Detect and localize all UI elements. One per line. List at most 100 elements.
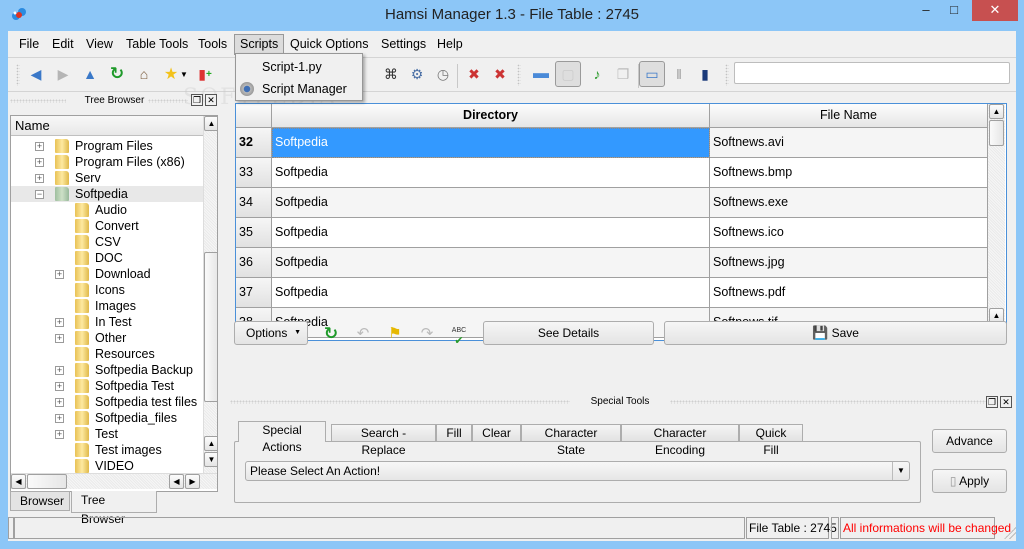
gear-icon[interactable]: ⚙ [406, 63, 428, 85]
row-header[interactable]: 34 [236, 188, 272, 218]
cell-file-name[interactable]: Softnews.jpg [710, 248, 988, 278]
advance-button[interactable]: Advance [932, 429, 1007, 453]
tree-item[interactable]: + Softpedia test files [11, 394, 203, 410]
menu-settings[interactable]: Settings [376, 34, 431, 55]
reload-icon[interactable]: ↻ [322, 325, 340, 343]
redo-icon[interactable]: ↷ [418, 325, 436, 343]
menu-help[interactable]: Help [432, 34, 468, 55]
column-header-directory[interactable]: Directory [272, 104, 710, 128]
tree-item[interactable]: + Softpedia_files [11, 410, 203, 426]
float-dock-button[interactable]: ❐ [191, 94, 203, 106]
toolbar-search-input[interactable] [734, 62, 1010, 84]
tree-item[interactable]: + In Test [11, 314, 203, 330]
corner-header[interactable] [236, 104, 272, 128]
scroll-right-icon[interactable]: ▶ [185, 474, 200, 489]
row-header[interactable]: 33 [236, 158, 272, 188]
tree-item[interactable]: + Program Files [11, 138, 203, 154]
folder-icon[interactable]: ▬ [530, 63, 552, 85]
maximize-button[interactable]: □ [940, 0, 968, 21]
scroll-up-icon[interactable]: ▲ [204, 116, 217, 131]
scroll-left-icon[interactable]: ◀ [11, 474, 26, 489]
expand-icon[interactable]: + [35, 142, 44, 151]
music-file-icon[interactable]: ♪ [586, 63, 608, 85]
undo-icon[interactable]: ↶ [354, 325, 372, 343]
tab-tree-browser[interactable]: Tree Browser [71, 491, 157, 526]
menu-view[interactable]: View [81, 34, 118, 55]
tree-vertical-scrollbar[interactable]: ▲ ▲ ▼ [203, 116, 217, 473]
row-header[interactable]: 36 [236, 248, 272, 278]
tree-item[interactable]: CSV [11, 234, 203, 250]
cell-directory[interactable]: Softpedia [272, 218, 710, 248]
tab-character-state[interactable]: Character State [521, 424, 621, 457]
tree-item[interactable]: + Other [11, 330, 203, 346]
bookmark-dropdown-icon[interactable]: ▼ [178, 63, 190, 85]
stopwatch-icon[interactable]: ◷ [432, 63, 454, 85]
tree-header-name[interactable]: Name [11, 116, 203, 136]
toolbar-grip[interactable] [725, 64, 729, 86]
save-button[interactable]: 💾 Save [664, 321, 1007, 345]
expand-icon[interactable]: + [55, 414, 64, 423]
expand-icon[interactable]: + [55, 334, 64, 343]
scroll-left-icon[interactable]: ◀ [169, 474, 184, 489]
tab-quick-fill[interactable]: Quick Fill [739, 424, 803, 457]
expand-icon[interactable]: + [55, 430, 64, 439]
clear-folder-icon[interactable]: ✖ [463, 63, 485, 85]
back-icon[interactable]: ◀ [25, 63, 47, 85]
cell-directory[interactable]: Softpedia [272, 188, 710, 218]
scroll-up-icon[interactable]: ▲ [989, 104, 1004, 119]
tab-browser[interactable]: Browser [10, 491, 70, 511]
file-icon[interactable]: ▢ [555, 61, 581, 87]
cell-directory[interactable]: Softpedia [272, 248, 710, 278]
cell-directory[interactable]: Softpedia [272, 158, 710, 188]
copy-file-icon[interactable]: ❐ [612, 63, 634, 85]
tree-item[interactable]: + Softpedia Backup [11, 362, 203, 378]
table-vertical-scrollbar[interactable]: ▲ ▲ ▼ [988, 104, 1005, 340]
tree-item[interactable]: Audio [11, 202, 203, 218]
expand-icon[interactable]: + [35, 158, 44, 167]
options-button[interactable]: Options ▼ [234, 321, 308, 345]
tab-special-actions[interactable]: Special Actions [238, 421, 326, 454]
close-dock-button[interactable]: ✕ [205, 94, 217, 106]
scroll-up-icon[interactable]: ▲ [204, 436, 217, 451]
binoculars-icon[interactable]: ⌘ [380, 63, 402, 85]
close-dock-button[interactable]: ✕ [1000, 396, 1012, 408]
add-bookmark-icon[interactable]: ▮ + [194, 63, 216, 85]
table-vscroll-thumb[interactable] [989, 120, 1004, 146]
menu-tools[interactable]: Tools [193, 34, 232, 55]
menu-table-tools[interactable]: Table Tools [121, 34, 193, 55]
special-action-select[interactable]: Please Select An Action! ▼ [245, 461, 910, 481]
tree-item[interactable]: Resources [11, 346, 203, 362]
flag-icon[interactable]: ⚑ [386, 325, 404, 343]
refresh-icon[interactable]: ↻ [106, 63, 128, 85]
tree-horizontal-scrollbar[interactable]: ◀ ◀ ▶ [11, 473, 217, 489]
spell-check-icon[interactable]: ABC ✔ [450, 324, 468, 347]
apply-button[interactable]: ▯ Apply [932, 469, 1007, 493]
up-arrow-icon[interactable]: ▲ [79, 63, 101, 85]
see-details-button[interactable]: See Details [483, 321, 654, 345]
menu-quick-options[interactable]: Quick Options [285, 34, 374, 55]
forward-icon[interactable]: ▶ [52, 63, 74, 85]
row-header[interactable]: 32 [236, 128, 272, 158]
expand-icon[interactable]: + [55, 270, 64, 279]
tab-character-encoding[interactable]: Character Encoding [621, 424, 739, 457]
menu-edit[interactable]: Edit [47, 34, 79, 55]
expand-icon[interactable]: + [55, 398, 64, 407]
tree-item[interactable]: + Softpedia Test [11, 378, 203, 394]
clear-file-icon[interactable]: ✖ [489, 63, 511, 85]
cell-file-name[interactable]: Softnews.pdf [710, 278, 988, 308]
tab-clear[interactable]: Clear [472, 424, 521, 442]
media-player-icon[interactable]: ▮ [694, 63, 716, 85]
home-icon[interactable]: ⌂ [133, 63, 155, 85]
tree-item[interactable]: + Download [11, 266, 203, 282]
cell-file-name[interactable]: Softnews.ico [710, 218, 988, 248]
menu-scripts[interactable]: Scripts [234, 34, 285, 55]
tree-item[interactable]: Images [11, 298, 203, 314]
minimize-button[interactable]: – [912, 0, 940, 21]
cell-file-name[interactable]: Softnews.bmp [710, 158, 988, 188]
menu-item-script-1[interactable]: Script-1.py [236, 56, 362, 78]
expand-icon[interactable]: + [55, 366, 64, 375]
toolbar-grip[interactable] [16, 64, 20, 86]
resize-grip[interactable] [1004, 527, 1016, 539]
tree-item[interactable]: VIDEO [11, 458, 203, 474]
cell-file-name[interactable]: Softnews.exe [710, 188, 988, 218]
